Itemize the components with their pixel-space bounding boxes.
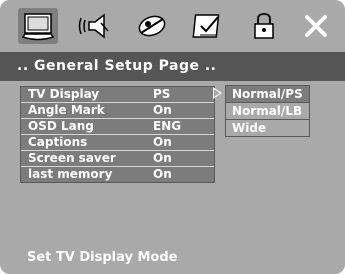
status-text: Set TV Display Mode	[0, 241, 345, 274]
setting-value: On	[153, 167, 172, 181]
tab-preference[interactable]	[188, 8, 228, 44]
setting-row-angle-mark[interactable]: Angle Mark On	[21, 103, 214, 119]
setting-value: PS	[153, 87, 171, 101]
setup-tab-bar	[0, 0, 345, 52]
page-title: .. General Setup Page ..	[0, 52, 345, 81]
setting-label: OSD Lang	[28, 119, 94, 133]
lock-icon	[254, 13, 274, 39]
tab-dolby-setup[interactable]	[132, 8, 172, 44]
dolby-icon	[138, 15, 166, 37]
setting-row-tv-display[interactable]: TV Display PS	[21, 87, 214, 103]
setting-label: TV Display	[28, 87, 100, 101]
setting-label: last memory	[28, 167, 113, 181]
setting-value: On	[153, 103, 172, 117]
option-normal-lb[interactable]: Normal/LB	[226, 103, 309, 120]
setting-value: ENG	[153, 119, 182, 133]
tab-exit[interactable]	[296, 8, 336, 44]
option-wide[interactable]: Wide	[226, 120, 309, 136]
options-list: Normal/PS Normal/LB Wide	[225, 85, 310, 137]
setting-label: Captions	[28, 135, 88, 149]
option-normal-ps[interactable]: Normal/PS	[226, 86, 309, 103]
setting-row-osd-lang[interactable]: OSD Lang ENG	[21, 119, 214, 135]
settings-list: TV Display PS Angle Mark On OSD Lang ENG…	[20, 86, 215, 183]
setting-row-screen-saver[interactable]: Screen saver On	[21, 151, 214, 167]
setting-value: On	[153, 135, 172, 149]
setting-row-last-memory[interactable]: last memory On	[21, 167, 214, 182]
setting-value: On	[153, 151, 172, 165]
submenu-arrow-icon	[213, 87, 222, 99]
setting-row-captions[interactable]: Captions On	[21, 135, 214, 151]
tab-general-setup[interactable]	[18, 8, 58, 44]
setting-label: Angle Mark	[28, 103, 105, 117]
tab-audio-setup[interactable]	[74, 8, 114, 44]
checklist-icon	[192, 14, 220, 38]
tab-password-setup[interactable]	[244, 8, 284, 44]
close-icon	[305, 15, 327, 37]
setting-label: Screen saver	[28, 151, 116, 165]
setup-screen: .. General Setup Page .. TV Display PS A…	[0, 0, 345, 274]
settings-area: TV Display PS Angle Mark On OSD Lang ENG…	[0, 81, 345, 241]
monitor-icon	[21, 13, 55, 41]
speaker-icon	[78, 13, 109, 39]
